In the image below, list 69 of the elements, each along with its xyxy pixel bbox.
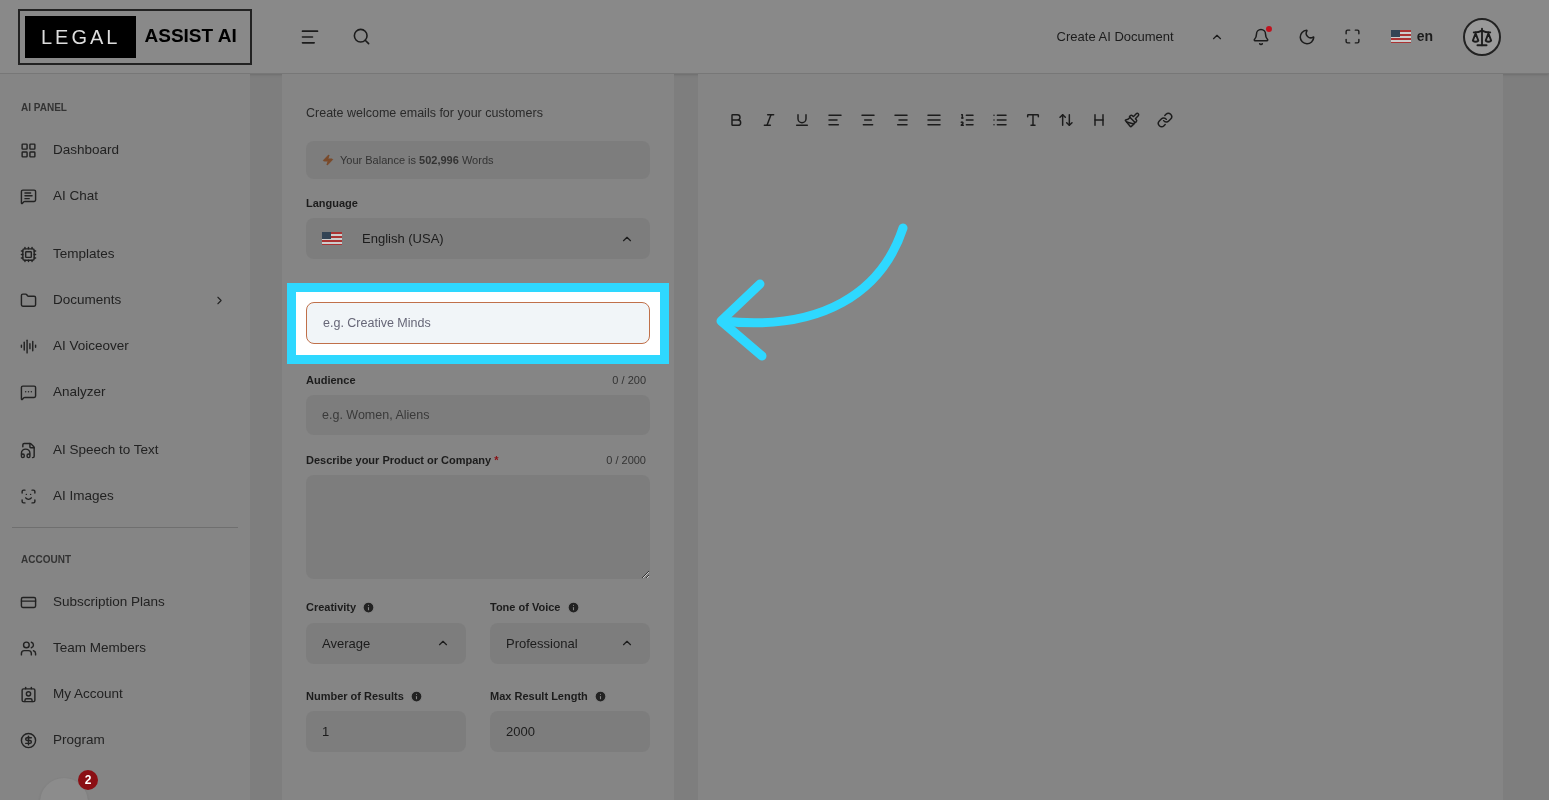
brush-icon — [1123, 111, 1140, 128]
description-text: Create welcome emails for your customers — [306, 105, 544, 122]
chat-icon — [20, 383, 37, 401]
field-label: Number of Results — [306, 688, 404, 704]
sidebar-item[interactable]: Templates — [12, 231, 238, 277]
chat-icon — [20, 187, 37, 205]
section-title: AI PANEL — [20, 101, 68, 115]
people-icon — [20, 639, 37, 657]
dollar-icon — [20, 731, 37, 749]
logo[interactable]: LEGAL ASSIST AI — [18, 8, 252, 65]
field-label: Language — [306, 195, 359, 211]
info-icon — [409, 689, 423, 703]
underline-icon — [793, 111, 810, 128]
dropdown-select[interactable]: Professional — [490, 622, 650, 664]
field-label: Max Result Length — [490, 688, 588, 704]
dropdown-select[interactable]: Average — [306, 622, 466, 664]
search-button[interactable] — [351, 27, 371, 46]
waveform-icon — [20, 337, 37, 355]
balance-text: Your Balance is 502,996 Words — [340, 152, 494, 168]
field-label: Tone of Voice — [490, 600, 561, 616]
info-icon — [362, 601, 376, 614]
sidebar-item[interactable]: Program — [12, 717, 238, 763]
theme-button[interactable] — [1297, 27, 1316, 46]
notification-button[interactable] — [1251, 27, 1270, 46]
field-label: Creativity — [306, 600, 357, 616]
flag-icon — [1390, 30, 1411, 43]
contact-icon — [20, 685, 37, 703]
sidebar-item[interactable]: AI Voiceover — [12, 323, 238, 369]
bolt-icon — [322, 153, 334, 166]
info-icon — [566, 601, 580, 614]
sidebar-item[interactable]: AI Images — [12, 473, 238, 519]
language-select[interactable]: English (USA) — [306, 218, 650, 260]
create-menu[interactable]: Create AI Document — [1056, 26, 1224, 47]
font-icon — [1024, 111, 1041, 128]
link-button[interactable] — [1155, 110, 1174, 129]
description-field[interactable] — [306, 475, 650, 580]
notification-badge: 2 — [78, 770, 98, 790]
field-label: Describe your Product or Company * — [306, 452, 499, 468]
field-label: Audience — [306, 373, 356, 389]
text-size-icon — [1057, 111, 1074, 128]
numbered-list-icon — [958, 111, 975, 128]
brush-button[interactable] — [1122, 110, 1141, 129]
sidebar-item[interactable]: AI Chat — [12, 173, 238, 219]
sidebar-item[interactable]: Subscription Plans — [12, 579, 238, 625]
sidebar-item[interactable]: My Account — [12, 671, 238, 717]
link-icon — [1156, 111, 1173, 128]
sidebar-item[interactable]: AI Speech to Text — [12, 427, 238, 473]
char-counter: 0 / 2000 — [606, 452, 646, 468]
sidebar-item[interactable]: Dashboard — [12, 127, 238, 173]
company-field[interactable]: e.g. Creative Minds — [306, 302, 650, 345]
grid-icon — [20, 141, 37, 159]
info-icon — [593, 689, 607, 703]
chip-icon — [20, 245, 37, 263]
avatar-button[interactable] — [1463, 17, 1501, 56]
char-counter: 0 / 200 — [612, 373, 646, 389]
flag-icon — [322, 232, 342, 246]
section-title: ACCOUNT — [20, 553, 72, 567]
folder-icon — [20, 291, 37, 309]
number-field[interactable]: 2000 — [490, 711, 650, 753]
language-button[interactable]: en — [1390, 26, 1433, 47]
logo-text: ASSIST AI — [143, 24, 238, 49]
scales-icon — [1471, 25, 1493, 48]
fullscreen-button[interactable] — [1343, 28, 1361, 45]
sidebar-item[interactable]: Documents — [12, 277, 238, 323]
logo-text: LEGAL — [25, 15, 137, 58]
number-field[interactable]: 1 — [306, 711, 466, 753]
sidebar-item[interactable]: Team Members — [12, 625, 238, 671]
audience-field[interactable]: e.g. Women, Aliens — [306, 394, 650, 435]
sidebar-item[interactable]: Analyzer — [12, 369, 238, 415]
